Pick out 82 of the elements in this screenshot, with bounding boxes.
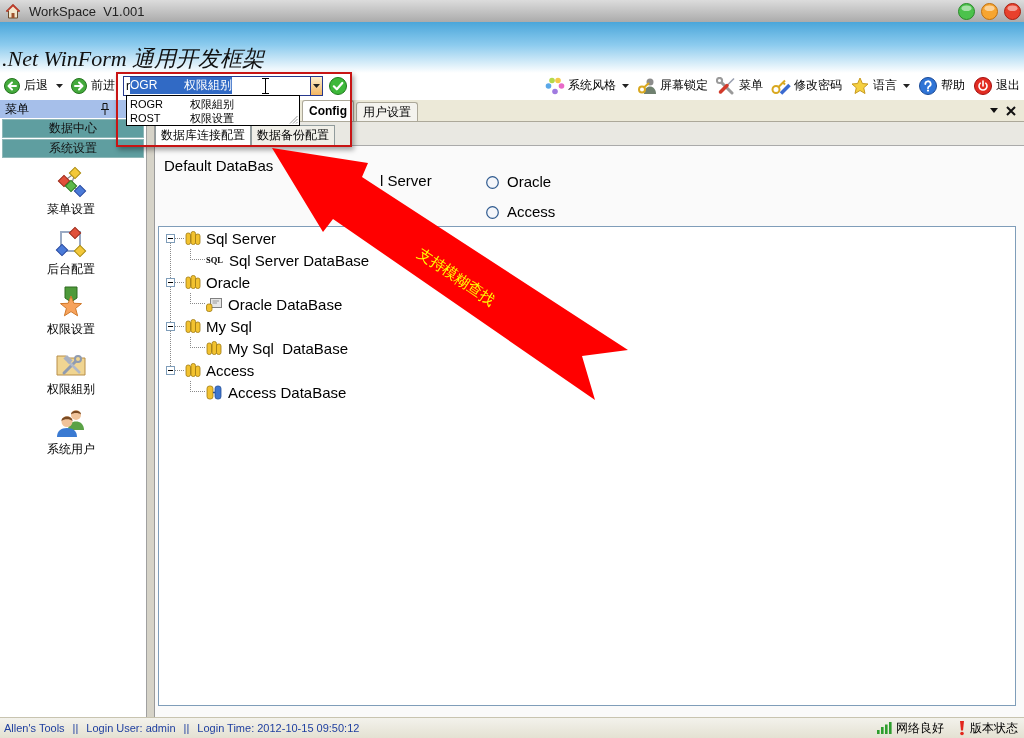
radio-icon[interactable] (486, 175, 499, 189)
exit-button[interactable]: 退出 (973, 76, 1020, 95)
radio-label[interactable]: l Server (380, 172, 432, 189)
blocks-frame-icon (55, 226, 87, 258)
caret-icon[interactable] (990, 108, 998, 113)
tab[interactable]: 用户设置 (356, 102, 418, 121)
sidebar-item[interactable]: 后台配置 (47, 226, 95, 276)
database-icon (185, 318, 201, 334)
caret-icon[interactable] (622, 83, 629, 88)
sidebar-item[interactable]: 菜单设置 (47, 166, 95, 216)
database-icon (185, 362, 201, 378)
icon-text: SQL (206, 255, 223, 265)
status-text: Login Time: 2012-10-15 09:50:12 (197, 722, 360, 734)
sidebar-title: 菜单 (5, 100, 29, 118)
caret-icon (313, 83, 320, 88)
tab[interactable]: Config (302, 100, 354, 121)
tree-item[interactable]: Sql Server (206, 229, 277, 247)
close-icon[interactable] (1006, 105, 1016, 116)
dropdown-button[interactable] (310, 76, 322, 95)
tree-item[interactable]: Oracle (206, 273, 251, 291)
resize-grip-icon[interactable] (288, 114, 298, 124)
help-icon (918, 76, 938, 95)
radio-option[interactable]: Access (486, 204, 556, 220)
sidebar-section[interactable]: 系统设置 (2, 139, 144, 158)
signal-icon (877, 722, 892, 734)
close-button[interactable] (1004, 2, 1021, 20)
search-field[interactable]: rOGR 权限組别 (124, 76, 310, 95)
status-text: Login User: admin (86, 722, 176, 734)
expander-icon[interactable] (166, 365, 175, 375)
colored-dots-icon (545, 76, 565, 95)
tree-item[interactable]: My Sql (206, 317, 252, 335)
status-separator: || (183, 722, 190, 734)
annotation-text: 支持模糊查找 (413, 243, 499, 310)
setting-label: Default DataBas (164, 157, 274, 174)
expander-icon[interactable] (166, 321, 175, 331)
lock-screen-button[interactable]: 屏幕锁定 (637, 76, 708, 95)
home-icon (5, 3, 21, 19)
database-window-icon (206, 296, 222, 312)
expander-icon[interactable] (166, 233, 175, 243)
language-button[interactable]: 语言 (850, 76, 897, 95)
blocks-network-icon (55, 166, 87, 198)
menu-button[interactable]: 菜单 (716, 76, 763, 95)
network-status: 网络良好 (896, 719, 944, 737)
back-button[interactable]: 后退 (4, 77, 48, 94)
star-icon (850, 76, 870, 95)
tree-item[interactable]: Access (206, 361, 255, 379)
tree-item[interactable]: Oracle DataBase (228, 295, 343, 313)
banner-title: .Net WinForm 通用开发框架 (1, 46, 265, 71)
person-key-icon (637, 76, 657, 95)
check-icon[interactable] (329, 76, 347, 95)
database-pair-icon (206, 384, 222, 400)
power-icon (973, 76, 993, 95)
expander-icon[interactable] (166, 277, 175, 287)
tree-item[interactable]: Sql Server DataBase (229, 251, 370, 269)
sidebar-item[interactable]: 权限組别 (47, 346, 95, 396)
tab[interactable]: 数据备份配置 (251, 125, 335, 145)
radio-option[interactable]: Oracle (486, 174, 556, 190)
combobox[interactable]: rOGR 权限組别 (123, 75, 323, 96)
tree-item[interactable]: Access DataBase (228, 383, 347, 401)
dropdown-option[interactable]: ROGR 权限組别 (130, 97, 234, 111)
exclamation-icon (958, 720, 966, 736)
database-icon (185, 230, 201, 246)
database-icon (206, 340, 222, 356)
sidebar-item[interactable]: 系统用户 (47, 406, 95, 456)
status-separator: || (72, 722, 79, 734)
window-title: WorkSpace V1.001 (29, 3, 145, 19)
minimize-button[interactable] (958, 2, 975, 20)
status-text: Allen's Tools (4, 722, 65, 734)
theme-button[interactable]: 系统风格 (545, 76, 616, 95)
radio-icon[interactable] (486, 205, 499, 219)
wrench-screwdriver-icon (716, 76, 736, 95)
tab[interactable]: 数据库连接配置 (155, 125, 251, 145)
tree-item[interactable]: My Sql DataBase (228, 339, 349, 357)
pin-icon[interactable] (101, 103, 109, 115)
help-button[interactable]: 帮助 (918, 76, 965, 95)
sidebar-item[interactable]: 权限设置 (47, 286, 95, 336)
password-button[interactable]: 修改密码 (771, 76, 842, 95)
caret-icon[interactable] (56, 83, 63, 88)
database-icon (185, 274, 201, 290)
version-status: 版本状态 (970, 719, 1018, 737)
forward-button[interactable]: 前进 (71, 77, 115, 94)
caret-icon[interactable] (903, 83, 910, 88)
